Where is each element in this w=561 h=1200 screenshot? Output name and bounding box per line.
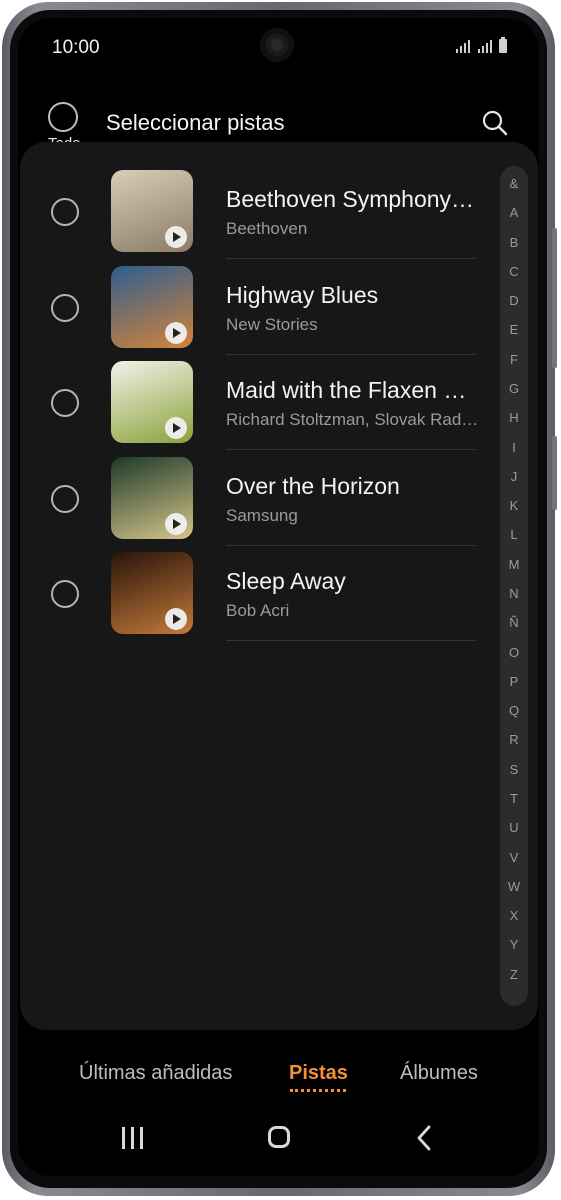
track-checkbox[interactable] — [51, 293, 79, 322]
track-title: Sleep Away — [226, 568, 346, 594]
track-artist: New Stories — [226, 314, 318, 334]
track-checkbox[interactable] — [51, 580, 79, 608]
index-scrollbar[interactable]: & A B C D E F G H I J K L M N Ñ O P Q R S T U V W X Y Z — [500, 166, 528, 1006]
track-row[interactable]: Beethoven Symphony No. 9 (Scherzo) Beetho… — [20, 168, 490, 263]
system-navbar — [18, 1113, 539, 1173]
index-letter[interactable]: C — [500, 264, 528, 279]
album-art — [111, 361, 193, 443]
track-artist: Samsung — [226, 505, 298, 525]
track-row[interactable]: Highway Blues New Stories — [20, 264, 490, 359]
home-icon[interactable] — [268, 1126, 290, 1148]
row-divider — [226, 258, 476, 259]
index-letter[interactable]: O — [500, 645, 528, 660]
track-title: Beethoven Symphony No. 9 (Scherzo) — [226, 186, 480, 212]
album-art — [111, 170, 193, 252]
index-letter[interactable]: J — [500, 469, 528, 484]
index-letter[interactable]: G — [500, 381, 528, 396]
play-icon[interactable] — [165, 608, 187, 630]
index-letter[interactable]: Y — [500, 937, 528, 952]
status-bar: 10:00 — [18, 18, 539, 74]
track-title: Highway Blues — [226, 281, 379, 308]
index-letter[interactable]: Q — [500, 703, 528, 718]
track-row[interactable]: Over the Horizon Samsung — [20, 455, 490, 550]
status-icons — [456, 37, 507, 53]
track-list: Beethoven Symphony No. 9 (Scherzo) Beetho… — [20, 142, 538, 1030]
album-art — [111, 456, 193, 539]
index-letter[interactable]: P — [500, 674, 528, 689]
index-letter[interactable]: & — [500, 176, 528, 191]
index-letter[interactable]: D — [500, 293, 528, 308]
index-letter[interactable]: W — [500, 879, 528, 894]
track-artist: Bob Acri — [226, 601, 290, 620]
power-button — [552, 436, 557, 510]
tab-pistas[interactable]: Pistas — [289, 1062, 348, 1085]
album-art — [111, 552, 193, 634]
index-letter[interactable]: R — [500, 732, 528, 747]
back-icon[interactable] — [416, 1125, 432, 1151]
search-icon[interactable] — [481, 109, 509, 137]
tab-albumes[interactable]: Álbumes — [400, 1062, 478, 1085]
track-checkbox[interactable] — [51, 198, 79, 226]
bottom-tabs: Últimas añadidas Pistas Álbumes — [18, 1048, 539, 1108]
index-letter[interactable]: L — [500, 527, 528, 542]
index-letter[interactable]: N — [500, 586, 528, 601]
index-letter[interactable]: X — [500, 908, 528, 923]
index-letter[interactable]: A — [500, 205, 528, 220]
battery-icon — [499, 37, 507, 53]
play-icon[interactable] — [165, 321, 187, 344]
front-camera — [260, 28, 294, 62]
signal-icon — [456, 39, 470, 53]
volume-button — [552, 228, 557, 368]
track-row[interactable]: Maid with the Flaxen Hair Richard Stoltzm… — [20, 359, 490, 454]
recent-apps-icon[interactable] — [122, 1127, 146, 1149]
track-title: Over the Horizon — [226, 472, 400, 499]
index-letter[interactable]: I — [500, 440, 528, 455]
index-letter[interactable]: F — [500, 352, 528, 367]
index-letter[interactable]: S — [500, 762, 528, 777]
row-divider — [226, 353, 476, 355]
track-row[interactable]: Sleep Away Bob Acri — [20, 550, 490, 645]
index-letter[interactable]: V — [500, 850, 528, 865]
screen: 10:00 Todo Seleccionar pistas Beethoven … — [18, 18, 539, 1176]
track-artist: Beethoven — [226, 219, 308, 238]
index-letter[interactable]: Z — [500, 967, 528, 982]
app-header: Todo Seleccionar pistas — [18, 78, 539, 152]
index-letter[interactable]: T — [500, 791, 528, 806]
index-letter[interactable]: B — [500, 235, 528, 250]
track-checkbox[interactable] — [51, 389, 79, 417]
signal-icon-2 — [478, 39, 492, 53]
active-tab-indicator — [290, 1089, 346, 1092]
row-divider — [226, 449, 476, 450]
track-title: Maid with the Flaxen Hair — [226, 377, 480, 403]
row-divider — [226, 544, 476, 546]
index-letter[interactable]: Ñ — [500, 615, 528, 630]
album-art — [111, 265, 193, 348]
play-icon[interactable] — [165, 512, 187, 535]
index-letter[interactable]: E — [500, 322, 528, 337]
tab-ultimas-anadidas[interactable]: Últimas añadidas — [79, 1062, 232, 1085]
select-all-checkbox[interactable] — [48, 102, 78, 132]
play-icon[interactable] — [165, 226, 187, 248]
track-artist: Richard Stoltzman, Slovak Radio Symphony… — [226, 410, 480, 429]
index-letter[interactable]: K — [500, 498, 528, 513]
status-time: 10:00 — [52, 37, 100, 58]
index-letter[interactable]: U — [500, 820, 528, 835]
play-icon[interactable] — [165, 417, 187, 439]
row-divider — [226, 640, 476, 641]
track-checkbox[interactable] — [51, 484, 79, 513]
index-letter[interactable]: M — [500, 557, 528, 572]
page-title: Seleccionar pistas — [106, 110, 285, 135]
index-letter[interactable]: H — [500, 410, 528, 425]
